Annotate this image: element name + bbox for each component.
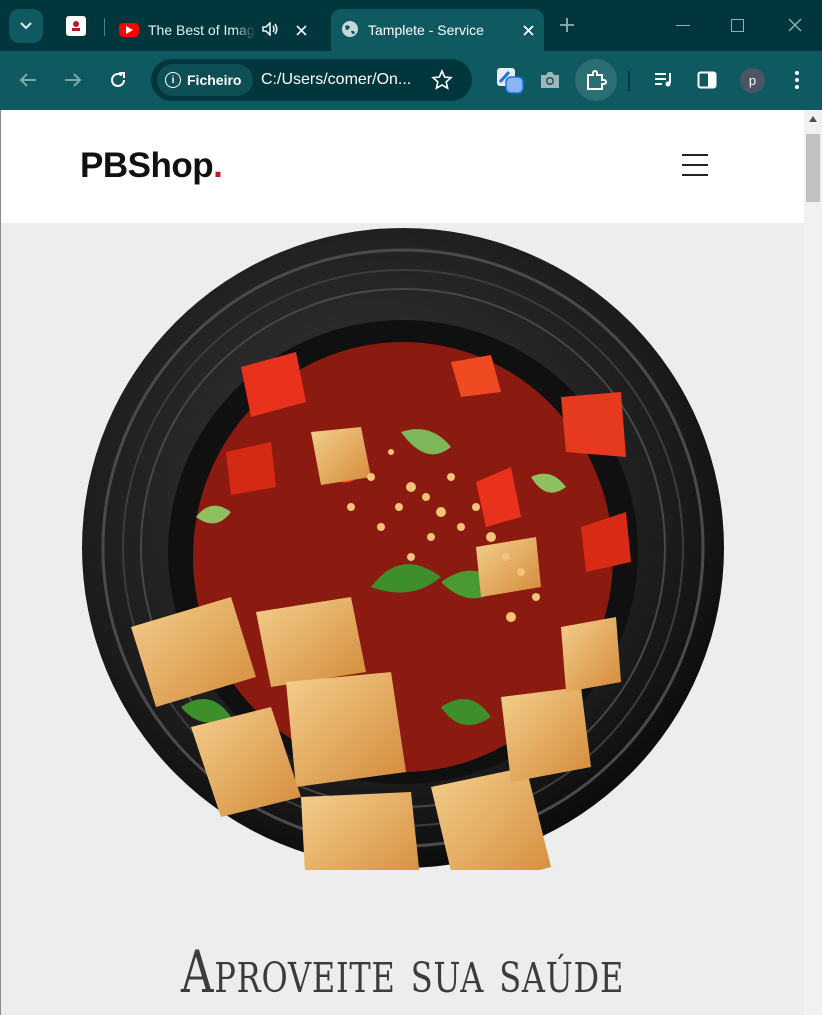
reload-icon bbox=[111, 72, 125, 87]
reload-button[interactable] bbox=[106, 68, 130, 92]
arrow-right-icon bbox=[65, 73, 82, 87]
logo-text: PBShop bbox=[80, 146, 214, 185]
arrow-left-icon bbox=[19, 73, 36, 87]
tab-strip: The Best of Imag Tamplete - Service bbox=[0, 0, 822, 51]
close-icon bbox=[788, 18, 802, 32]
tab-title: The Best of Imag bbox=[148, 22, 255, 38]
site-header: PBShop. bbox=[1, 110, 804, 223]
browser-toolbar: i Ficheiro C:/Users/comer/On... p bbox=[0, 51, 822, 110]
tab-service-active[interactable]: Tamplete - Service bbox=[331, 9, 544, 51]
minimize-button[interactable] bbox=[676, 25, 690, 26]
close-window-button[interactable] bbox=[787, 17, 803, 38]
youtube-icon bbox=[119, 23, 139, 37]
tab-title: Tamplete - Service bbox=[368, 22, 484, 38]
page-scrollbar[interactable] bbox=[804, 110, 822, 1015]
puzzle-icon[interactable] bbox=[582, 66, 610, 94]
info-icon: i bbox=[165, 72, 181, 88]
address-bar[interactable]: i Ficheiro C:/Users/comer/On... bbox=[151, 59, 472, 101]
tab-search-button[interactable] bbox=[9, 9, 43, 43]
camera-icon[interactable] bbox=[536, 66, 564, 94]
close-tab-icon[interactable] bbox=[520, 22, 536, 38]
page-viewport: PBShop. Aproveite sua saúde bbox=[1, 110, 804, 1015]
new-tab-button[interactable] bbox=[558, 16, 576, 39]
site-info-chip[interactable]: i Ficheiro bbox=[157, 64, 253, 96]
toolbar-divider bbox=[628, 71, 630, 91]
url-text[interactable]: C:/Users/comer/On... bbox=[261, 71, 429, 89]
logo-dot: . bbox=[213, 146, 223, 185]
maximize-button[interactable] bbox=[731, 19, 744, 32]
hero-food-image bbox=[82, 228, 724, 870]
hamburger-menu-icon[interactable] bbox=[682, 154, 708, 176]
tab-youtube[interactable]: The Best of Imag bbox=[110, 9, 325, 51]
speaker-icon[interactable] bbox=[262, 20, 279, 39]
scrollbar-thumb[interactable] bbox=[806, 134, 820, 202]
plus-icon bbox=[560, 18, 574, 32]
site-info-label: Ficheiro bbox=[187, 72, 242, 88]
chevron-down-icon bbox=[20, 22, 32, 30]
pbshop-favicon bbox=[72, 21, 80, 31]
extension-translate-icon[interactable] bbox=[496, 66, 524, 94]
tab-pinned-pbshop[interactable] bbox=[66, 16, 86, 36]
forward-button[interactable] bbox=[61, 68, 85, 92]
media-queue-icon[interactable] bbox=[650, 66, 678, 94]
side-panel-icon[interactable] bbox=[693, 66, 721, 94]
close-tab-icon[interactable] bbox=[293, 22, 309, 38]
globe-icon bbox=[341, 20, 359, 41]
site-logo[interactable]: PBShop. bbox=[80, 146, 223, 186]
bookmark-star-icon[interactable] bbox=[431, 68, 453, 96]
profile-avatar[interactable]: p bbox=[740, 68, 765, 93]
scroll-up-arrow-icon[interactable] bbox=[809, 116, 817, 122]
menu-dots-icon[interactable] bbox=[783, 66, 811, 94]
hero-title: Aproveite sua saúde bbox=[180, 938, 625, 1006]
tab-separator bbox=[104, 18, 105, 36]
back-button[interactable] bbox=[16, 68, 40, 92]
